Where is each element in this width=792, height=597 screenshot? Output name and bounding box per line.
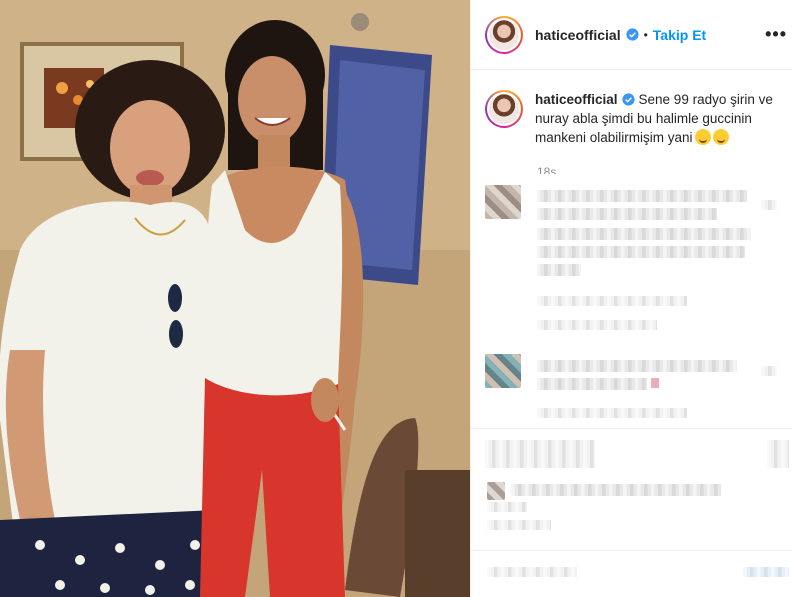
- save-icon-blurred: [767, 440, 789, 468]
- comment-like-icon-blurred: [761, 366, 777, 376]
- comment-text-blurred: [537, 228, 751, 240]
- post-button-blurred[interactable]: [743, 567, 789, 577]
- liked-by-text-blurred: [511, 484, 721, 496]
- post-details-panel: haticeofficial • Takip Et ••• haticeoffi…: [470, 0, 792, 597]
- divider: [471, 428, 792, 429]
- post-date-blurred: [487, 520, 551, 530]
- comment-like-icon-blurred: [761, 200, 777, 210]
- caption-verified-badge-icon: [621, 93, 635, 106]
- more-options-icon[interactable]: •••: [765, 24, 787, 45]
- comment-avatar-blurred: [485, 354, 521, 388]
- divider: [471, 550, 792, 551]
- liker-avatar-blurred: [487, 482, 505, 500]
- header-username[interactable]: haticeofficial: [535, 27, 621, 43]
- caption-avatar[interactable]: [485, 90, 523, 128]
- caption-avatar-image: [489, 94, 519, 124]
- caption-username[interactable]: haticeofficial: [535, 92, 618, 107]
- comment-text-blurred: [537, 208, 717, 220]
- separator-dot: •: [643, 27, 648, 42]
- add-comment-input-blurred[interactable]: [487, 567, 577, 577]
- caption-text-block: haticeofficial Sene 99 radyo şirin ve nu…: [535, 90, 785, 147]
- flushed-face-emoji-icon: [694, 129, 711, 145]
- comment-meta-blurred: [537, 408, 687, 418]
- liked-by-text-blurred: [487, 502, 527, 512]
- comment-text-blurred: [537, 360, 737, 372]
- comment-meta-blurred: [537, 296, 687, 306]
- post-header: haticeofficial • Takip Et •••: [471, 0, 792, 70]
- follow-button[interactable]: Takip Et: [653, 27, 706, 43]
- post-photo-image: [0, 0, 470, 597]
- avatar[interactable]: [485, 15, 523, 54]
- avatar-image: [489, 19, 519, 50]
- action-icons-blurred: [485, 440, 595, 468]
- verified-badge-icon: [626, 28, 639, 41]
- post-photo[interactable]: [0, 0, 470, 597]
- comment-avatar-blurred: [485, 185, 521, 219]
- view-replies-blurred: [537, 320, 657, 330]
- caption-timestamp: 18s: [537, 165, 557, 174]
- comment-text-blurred: [537, 378, 647, 390]
- comment-text-blurred: [537, 264, 581, 276]
- comment-text-blurred: [537, 246, 745, 258]
- grinning-face-emoji-icon: [712, 129, 729, 145]
- comment-text-blurred: [537, 190, 747, 202]
- caption: haticeofficial Sene 99 radyo şirin ve nu…: [485, 90, 785, 147]
